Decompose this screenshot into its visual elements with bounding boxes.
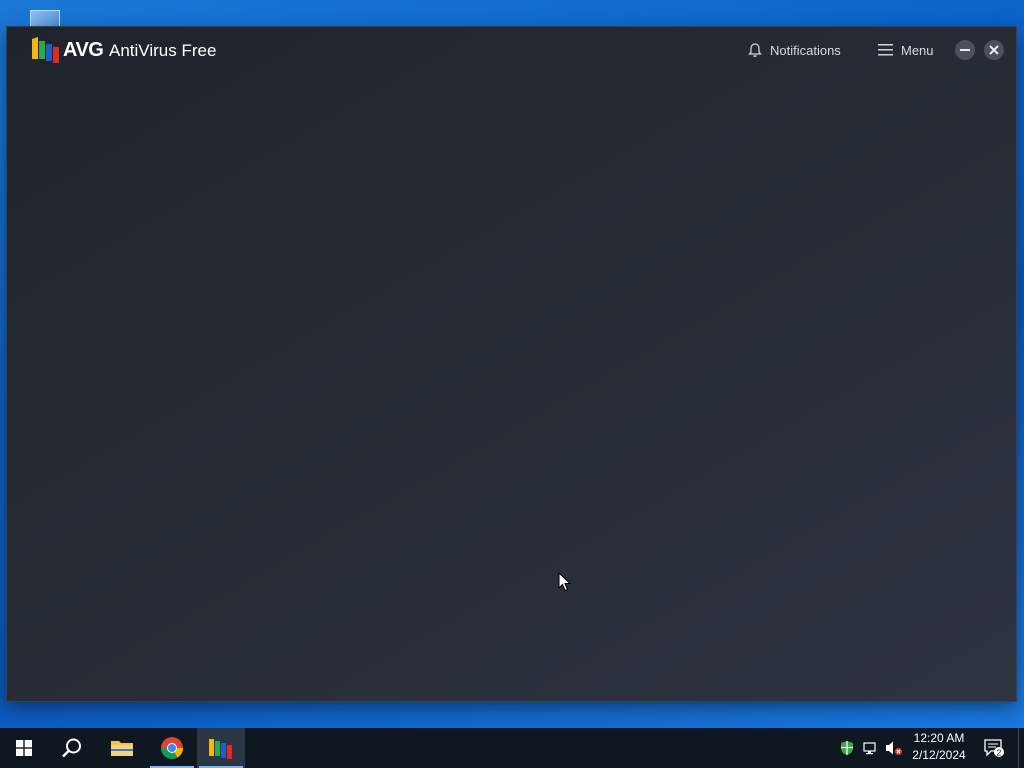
chrome-button[interactable] <box>148 728 196 768</box>
windows-logo-icon <box>16 740 32 756</box>
notification-center-icon: 2 <box>984 739 1004 757</box>
notifications-label: Notifications <box>770 42 841 58</box>
clock-date: 2/12/2024 <box>912 748 966 762</box>
minimize-icon <box>960 49 970 51</box>
avg-taskbar-button[interactable] <box>197 728 245 768</box>
minimize-button[interactable] <box>955 40 975 60</box>
tray-network-icon[interactable] <box>861 728 881 768</box>
file-explorer-button[interactable] <box>98 728 146 768</box>
brand-name: AVG <box>63 39 104 61</box>
close-button[interactable] <box>984 40 1004 60</box>
clock-time: 12:20 AM <box>913 731 965 745</box>
security-shield-icon <box>841 741 853 755</box>
show-desktop-button[interactable] <box>1018 728 1024 768</box>
chrome-icon <box>161 737 183 759</box>
start-button[interactable] <box>0 728 48 768</box>
avg-logo-icon <box>32 37 59 63</box>
folder-icon <box>111 741 133 756</box>
search-icon <box>62 738 81 758</box>
product-name: AntiVirus Free <box>109 41 217 60</box>
avg-icon <box>209 739 232 759</box>
search-button[interactable] <box>48 728 96 768</box>
title-bar: AVG AntiVirus Free Notifications Menu <box>7 27 1016 73</box>
bell-icon <box>748 43 762 57</box>
hamburger-icon <box>878 44 893 56</box>
notification-count: 2 <box>997 747 1002 757</box>
tray-volume-icon[interactable] <box>884 728 904 768</box>
action-center-button[interactable]: 2 <box>980 728 1008 768</box>
clock[interactable]: 12:20 AM 2/12/2024 <box>905 730 973 766</box>
taskbar: 12:20 AM 2/12/2024 2 <box>0 728 1024 768</box>
tray-security-icon[interactable] <box>837 728 857 768</box>
close-icon <box>989 45 999 55</box>
menu-button[interactable]: Menu <box>878 39 934 61</box>
mouse-cursor-icon <box>558 572 572 592</box>
volume-muted-icon <box>886 741 902 755</box>
avg-main-window: AVG AntiVirus Free Notifications Menu <box>7 27 1016 701</box>
menu-label: Menu <box>901 42 934 58</box>
network-icon <box>863 742 876 755</box>
notifications-button[interactable]: Notifications <box>747 39 841 61</box>
